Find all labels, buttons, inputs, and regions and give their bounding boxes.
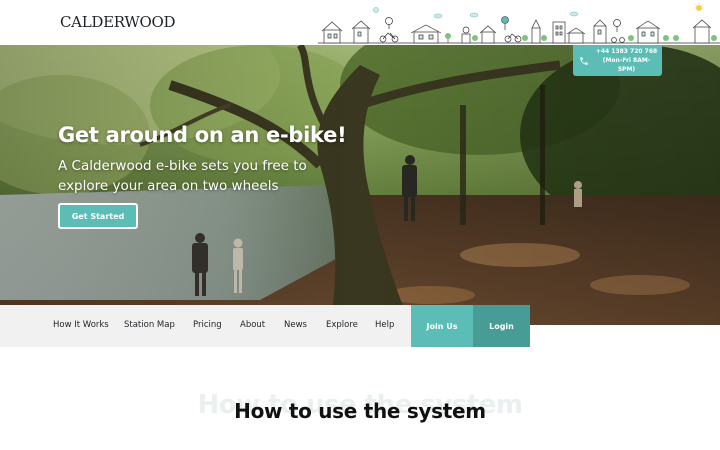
nav-item-about[interactable]: About	[240, 320, 265, 330]
nav-item-how-it-works[interactable]: How It Works	[53, 320, 109, 330]
site-header: CALDERWOOD	[0, 0, 720, 45]
hero-title: Get around on an e-bike!	[58, 123, 347, 147]
page: CALDERWOOD Get around on an e-bike! A Ca…	[0, 0, 720, 450]
nav-item-help[interactable]: Help	[375, 320, 394, 330]
nav-item-pricing[interactable]: Pricing	[193, 320, 222, 330]
section-title: How to use the system	[234, 399, 486, 423]
hero-subtitle: A Calderwood e-bike sets you free to exp…	[58, 158, 307, 194]
phone-details: +44 1383 720 768 (Mon-Fri 8AM-5PM)	[595, 47, 662, 74]
login-button[interactable]: Login	[473, 305, 530, 347]
get-started-button[interactable]: Get Started	[58, 203, 138, 229]
how-to-section: How to use the system How to use the sys…	[0, 347, 720, 450]
nav-item-station-map[interactable]: Station Map	[124, 320, 175, 330]
join-us-button[interactable]: Join Us	[411, 305, 473, 347]
phone-number[interactable]: +44 1383 720 768	[595, 47, 658, 56]
office-hours: (Mon-Fri 8AM-5PM)	[602, 57, 651, 73]
nav-item-news[interactable]: News	[284, 320, 307, 330]
skyline-illustration	[318, 2, 720, 44]
hero-banner: Get around on an e-bike! A Calderwood e-…	[0, 45, 720, 325]
phone-contact-box[interactable]: +44 1383 720 768 (Mon-Fri 8AM-5PM)	[573, 45, 662, 76]
phone-icon	[573, 45, 595, 76]
nav-item-explore[interactable]: Explore	[326, 320, 358, 330]
site-logo[interactable]: CALDERWOOD	[60, 13, 176, 31]
